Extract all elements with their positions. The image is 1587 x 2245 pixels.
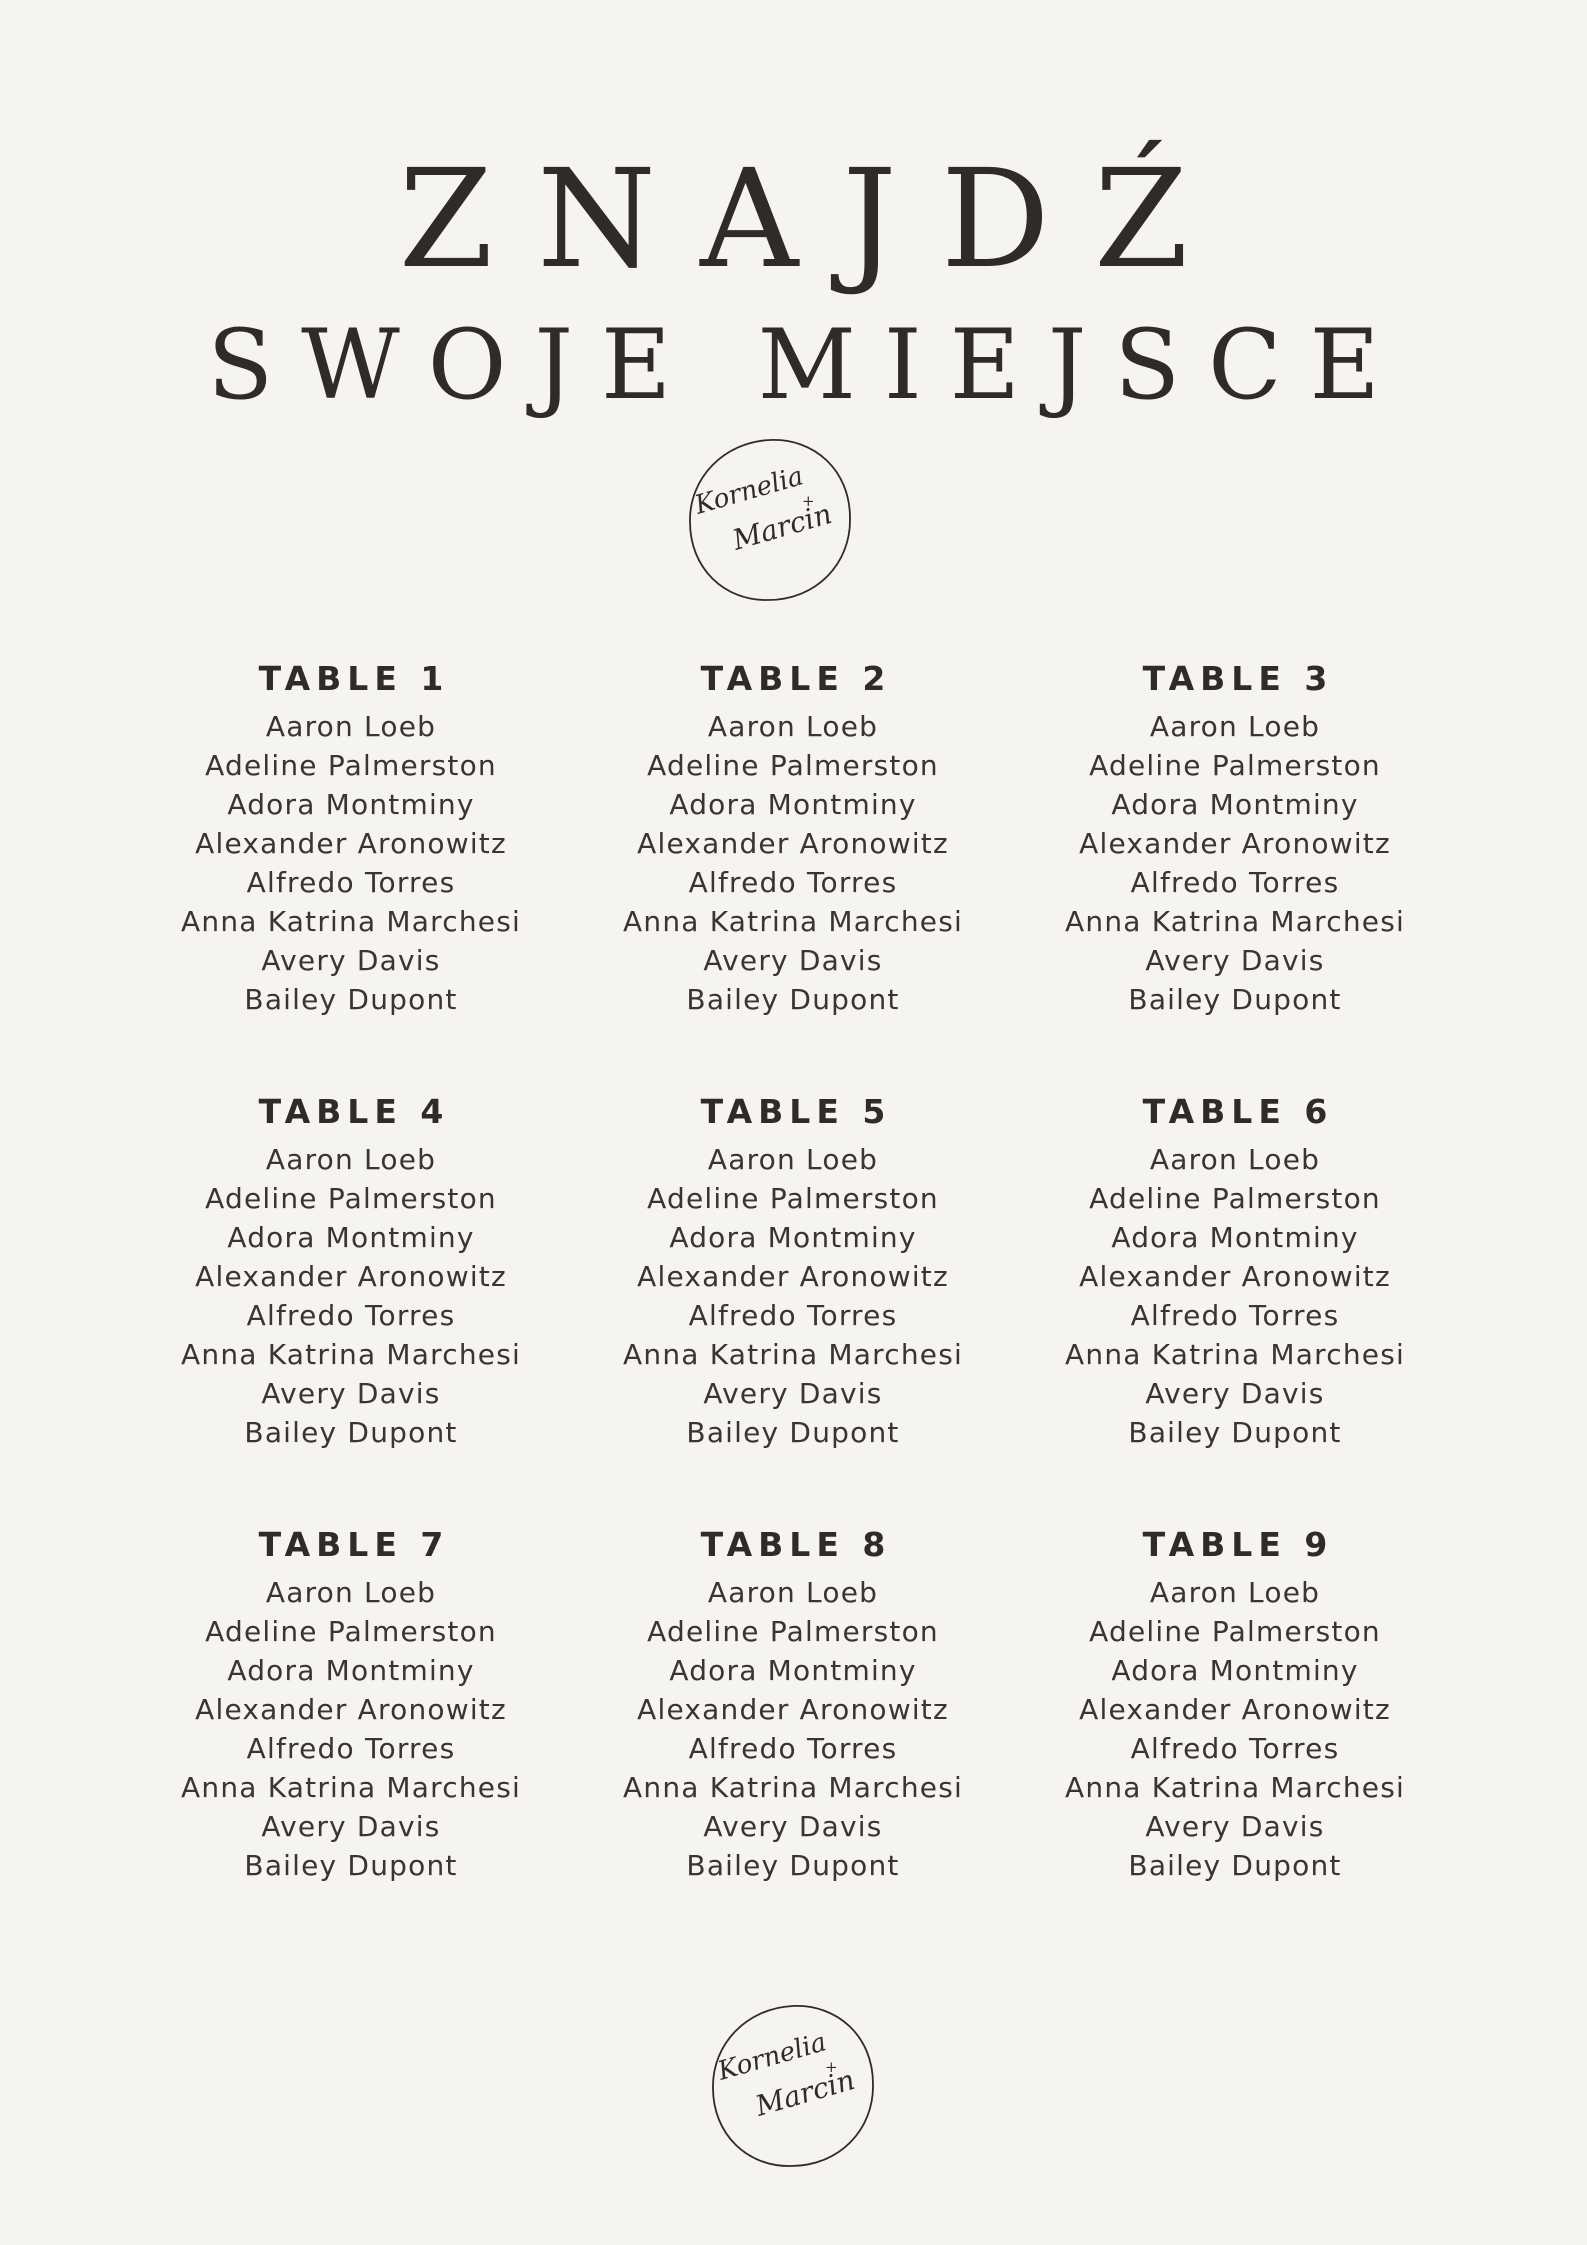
guest-name: Adora Montminy <box>227 1221 475 1254</box>
table-title: TABLE 6 <box>1142 1092 1334 1131</box>
guest-name: Bailey Dupont <box>686 1849 900 1882</box>
guest-name: Avery Davis <box>261 1810 441 1843</box>
guest-name: Adeline Palmerston <box>205 1182 497 1215</box>
guest-name: Anna Katrina Marchesi <box>1065 1338 1405 1371</box>
guest-name: Alfredo Torres <box>246 1732 456 1765</box>
table-block: TABLE 3 Aaron Loeb Adeline Palmerston Adora… <box>1014 655 1456 1088</box>
guest-name: Aaron Loeb <box>1149 1576 1321 1609</box>
guest-name: Adeline Palmerston <box>647 749 939 782</box>
guest-name: Adora Montminy <box>669 788 917 821</box>
guest-name: Alexander Aronowitz <box>637 827 949 860</box>
table-title: TABLE 1 <box>258 659 450 698</box>
guest-name: Bailey Dupont <box>686 983 900 1016</box>
couple-monogram-icon: Kornelia + Marcin <box>689 439 851 601</box>
guest-name: Aaron Loeb <box>1149 710 1321 743</box>
table-block: TABLE 5 Aaron Loeb Adeline Palmerston Adora… <box>572 1088 1014 1521</box>
page-subtitle: SWOJE MIEJSCE <box>207 309 1408 421</box>
guest-name: Avery Davis <box>261 944 441 977</box>
guest-name: Alfredo Torres <box>688 866 898 899</box>
page-title: ZNAJDŹ <box>398 141 1233 299</box>
guest-name: Alexander Aronowitz <box>195 1260 507 1293</box>
guest-name: Adeline Palmerston <box>1089 1182 1381 1215</box>
guest-name: Avery Davis <box>1145 1810 1325 1843</box>
guest-name: Alexander Aronowitz <box>195 827 507 860</box>
guest-name: Avery Davis <box>1145 944 1325 977</box>
guest-name: Bailey Dupont <box>1128 983 1342 1016</box>
table-block: TABLE 4 Aaron Loeb Adeline Palmerston Adora… <box>130 1088 572 1521</box>
table-title: TABLE 2 <box>700 659 892 698</box>
guest-name: Avery Davis <box>261 1377 441 1410</box>
guest-name: Bailey Dupont <box>1128 1849 1342 1882</box>
guest-name: Adeline Palmerston <box>1089 749 1381 782</box>
table-title: TABLE 9 <box>1142 1525 1334 1564</box>
guest-name: Aaron Loeb <box>707 1143 879 1176</box>
guest-name: Alexander Aronowitz <box>637 1693 949 1726</box>
guest-name: Avery Davis <box>703 944 883 977</box>
table-title: TABLE 5 <box>700 1092 892 1131</box>
guest-name: Alexander Aronowitz <box>195 1693 507 1726</box>
guest-name: Alfredo Torres <box>1130 866 1340 899</box>
guest-name: Aaron Loeb <box>265 1576 437 1609</box>
table-title: TABLE 8 <box>700 1525 892 1564</box>
guest-name: Bailey Dupont <box>686 1416 900 1449</box>
guest-name: Bailey Dupont <box>1128 1416 1342 1449</box>
guest-name: Aaron Loeb <box>265 710 437 743</box>
guest-name: Adeline Palmerston <box>1089 1615 1381 1648</box>
table-block: TABLE 2 Aaron Loeb Adeline Palmerston Adora… <box>572 655 1014 1088</box>
guest-name: Anna Katrina Marchesi <box>623 1771 963 1804</box>
guest-name: Adora Montminy <box>227 788 475 821</box>
guest-name: Adora Montminy <box>1111 788 1359 821</box>
guest-name: Aaron Loeb <box>707 710 879 743</box>
guest-name: Avery Davis <box>703 1377 883 1410</box>
guest-name: Adora Montminy <box>1111 1654 1359 1687</box>
couple-monogram-icon: Kornelia + Marcin <box>712 2005 874 2167</box>
guest-name: Anna Katrina Marchesi <box>181 905 521 938</box>
table-title: TABLE 7 <box>258 1525 450 1564</box>
guest-name: Adeline Palmerston <box>205 1615 497 1648</box>
guest-name: Anna Katrina Marchesi <box>1065 905 1405 938</box>
guest-name: Alexander Aronowitz <box>1079 827 1391 860</box>
guest-name: Avery Davis <box>1145 1377 1325 1410</box>
guest-name: Adora Montminy <box>669 1221 917 1254</box>
guest-name: Avery Davis <box>703 1810 883 1843</box>
guest-name: Aaron Loeb <box>1149 1143 1321 1176</box>
guest-name: Alfredo Torres <box>1130 1299 1340 1332</box>
guest-name: Alexander Aronowitz <box>1079 1260 1391 1293</box>
table-title: TABLE 3 <box>1142 659 1334 698</box>
table-block: TABLE 1 Aaron Loeb Adeline Palmerston Adora… <box>130 655 572 1088</box>
guest-name: Aaron Loeb <box>265 1143 437 1176</box>
seating-grid: TABLE 1 Aaron Loeb Adeline Palmerston Adora… <box>130 655 1457 1954</box>
monogram-logo-top: Kornelia + Marcin <box>684 434 856 606</box>
guest-name: Alexander Aronowitz <box>637 1260 949 1293</box>
guest-name: Bailey Dupont <box>244 1849 458 1882</box>
guest-name: Alfredo Torres <box>246 1299 456 1332</box>
table-block: TABLE 6 Aaron Loeb Adeline Palmerston Adora… <box>1014 1088 1456 1521</box>
guest-name: Alexander Aronowitz <box>1079 1693 1391 1726</box>
guest-name: Adora Montminy <box>669 1654 917 1687</box>
guest-name: Bailey Dupont <box>244 983 458 1016</box>
guest-name: Alfredo Torres <box>688 1299 898 1332</box>
guest-name: Anna Katrina Marchesi <box>623 1338 963 1371</box>
guest-name: Adeline Palmerston <box>647 1615 939 1648</box>
guest-name: Adeline Palmerston <box>205 749 497 782</box>
guest-name: Anna Katrina Marchesi <box>181 1338 521 1371</box>
guest-name: Adora Montminy <box>1111 1221 1359 1254</box>
table-title: TABLE 4 <box>258 1092 450 1131</box>
guest-name: Alfredo Torres <box>1130 1732 1340 1765</box>
guest-name: Anna Katrina Marchesi <box>623 905 963 938</box>
guest-name: Anna Katrina Marchesi <box>1065 1771 1405 1804</box>
guest-name: Alfredo Torres <box>688 1732 898 1765</box>
guest-name: Bailey Dupont <box>244 1416 458 1449</box>
table-block: TABLE 8 Aaron Loeb Adeline Palmerston Adora… <box>572 1521 1014 1954</box>
guest-name: Aaron Loeb <box>707 1576 879 1609</box>
guest-name: Adora Montminy <box>227 1654 475 1687</box>
guest-name: Alfredo Torres <box>246 866 456 899</box>
table-block: TABLE 9 Aaron Loeb Adeline Palmerston Adora… <box>1014 1521 1456 1954</box>
guest-name: Anna Katrina Marchesi <box>181 1771 521 1804</box>
monogram-logo-bottom: Kornelia + Marcin <box>707 2000 879 2172</box>
guest-name: Adeline Palmerston <box>647 1182 939 1215</box>
table-block: TABLE 7 Aaron Loeb Adeline Palmerston Adora… <box>130 1521 572 1954</box>
